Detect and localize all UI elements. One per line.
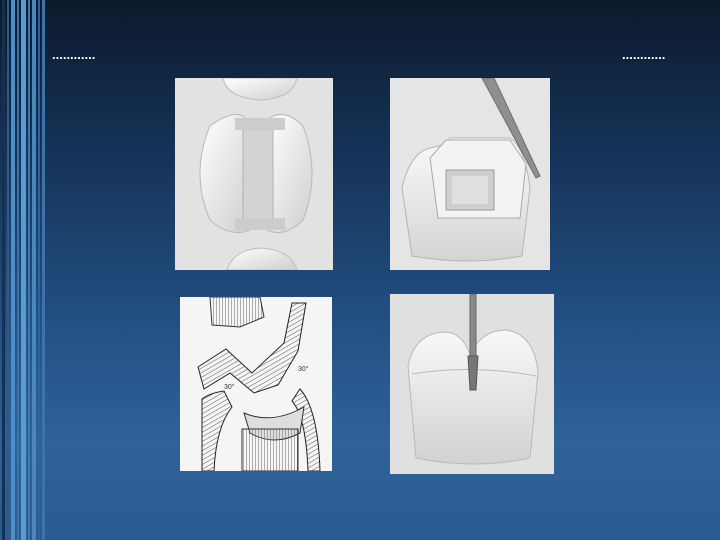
left-stripe-decoration [0, 0, 48, 540]
angle-label-1: 30° [298, 365, 309, 373]
angle-label-2: 30° [224, 383, 235, 391]
tooth-with-bur-image [390, 294, 554, 474]
tooth-preparation-with-instrument-image [390, 78, 550, 270]
tooth-occlusal-view-image [175, 78, 333, 270]
slide-heading-right: ............ [622, 47, 666, 62]
slide-heading-left: ............ [52, 47, 96, 62]
tooth-cross-section-diagram-image: 30° 30° [180, 297, 332, 471]
